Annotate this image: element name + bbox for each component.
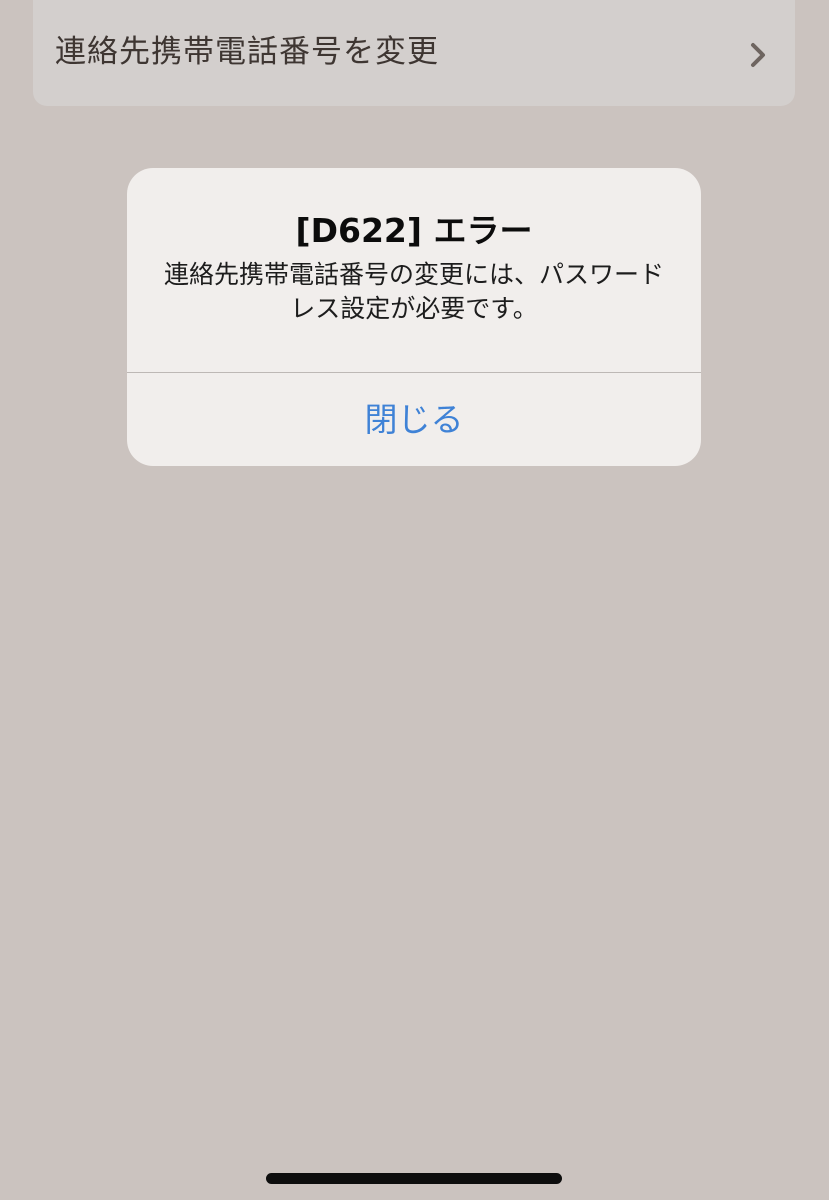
change-contact-phone-label: 連絡先携帯電話番号を変更 bbox=[55, 34, 439, 70]
home-indicator[interactable] bbox=[266, 1173, 562, 1184]
close-button[interactable]: 閉じる bbox=[127, 373, 701, 466]
change-contact-phone-row[interactable]: 連絡先携帯電話番号を変更 bbox=[33, 0, 795, 106]
alert-message: 連絡先携帯電話番号の変更には、パスワードレス設定が必要です。 bbox=[164, 260, 665, 323]
error-alert-dialog: [D622] エラー 連絡先携帯電話番号の変更には、パスワードレス設定が必要です… bbox=[127, 168, 701, 466]
chevron-right-icon bbox=[751, 43, 765, 67]
alert-title: [D622] エラー bbox=[295, 211, 533, 250]
